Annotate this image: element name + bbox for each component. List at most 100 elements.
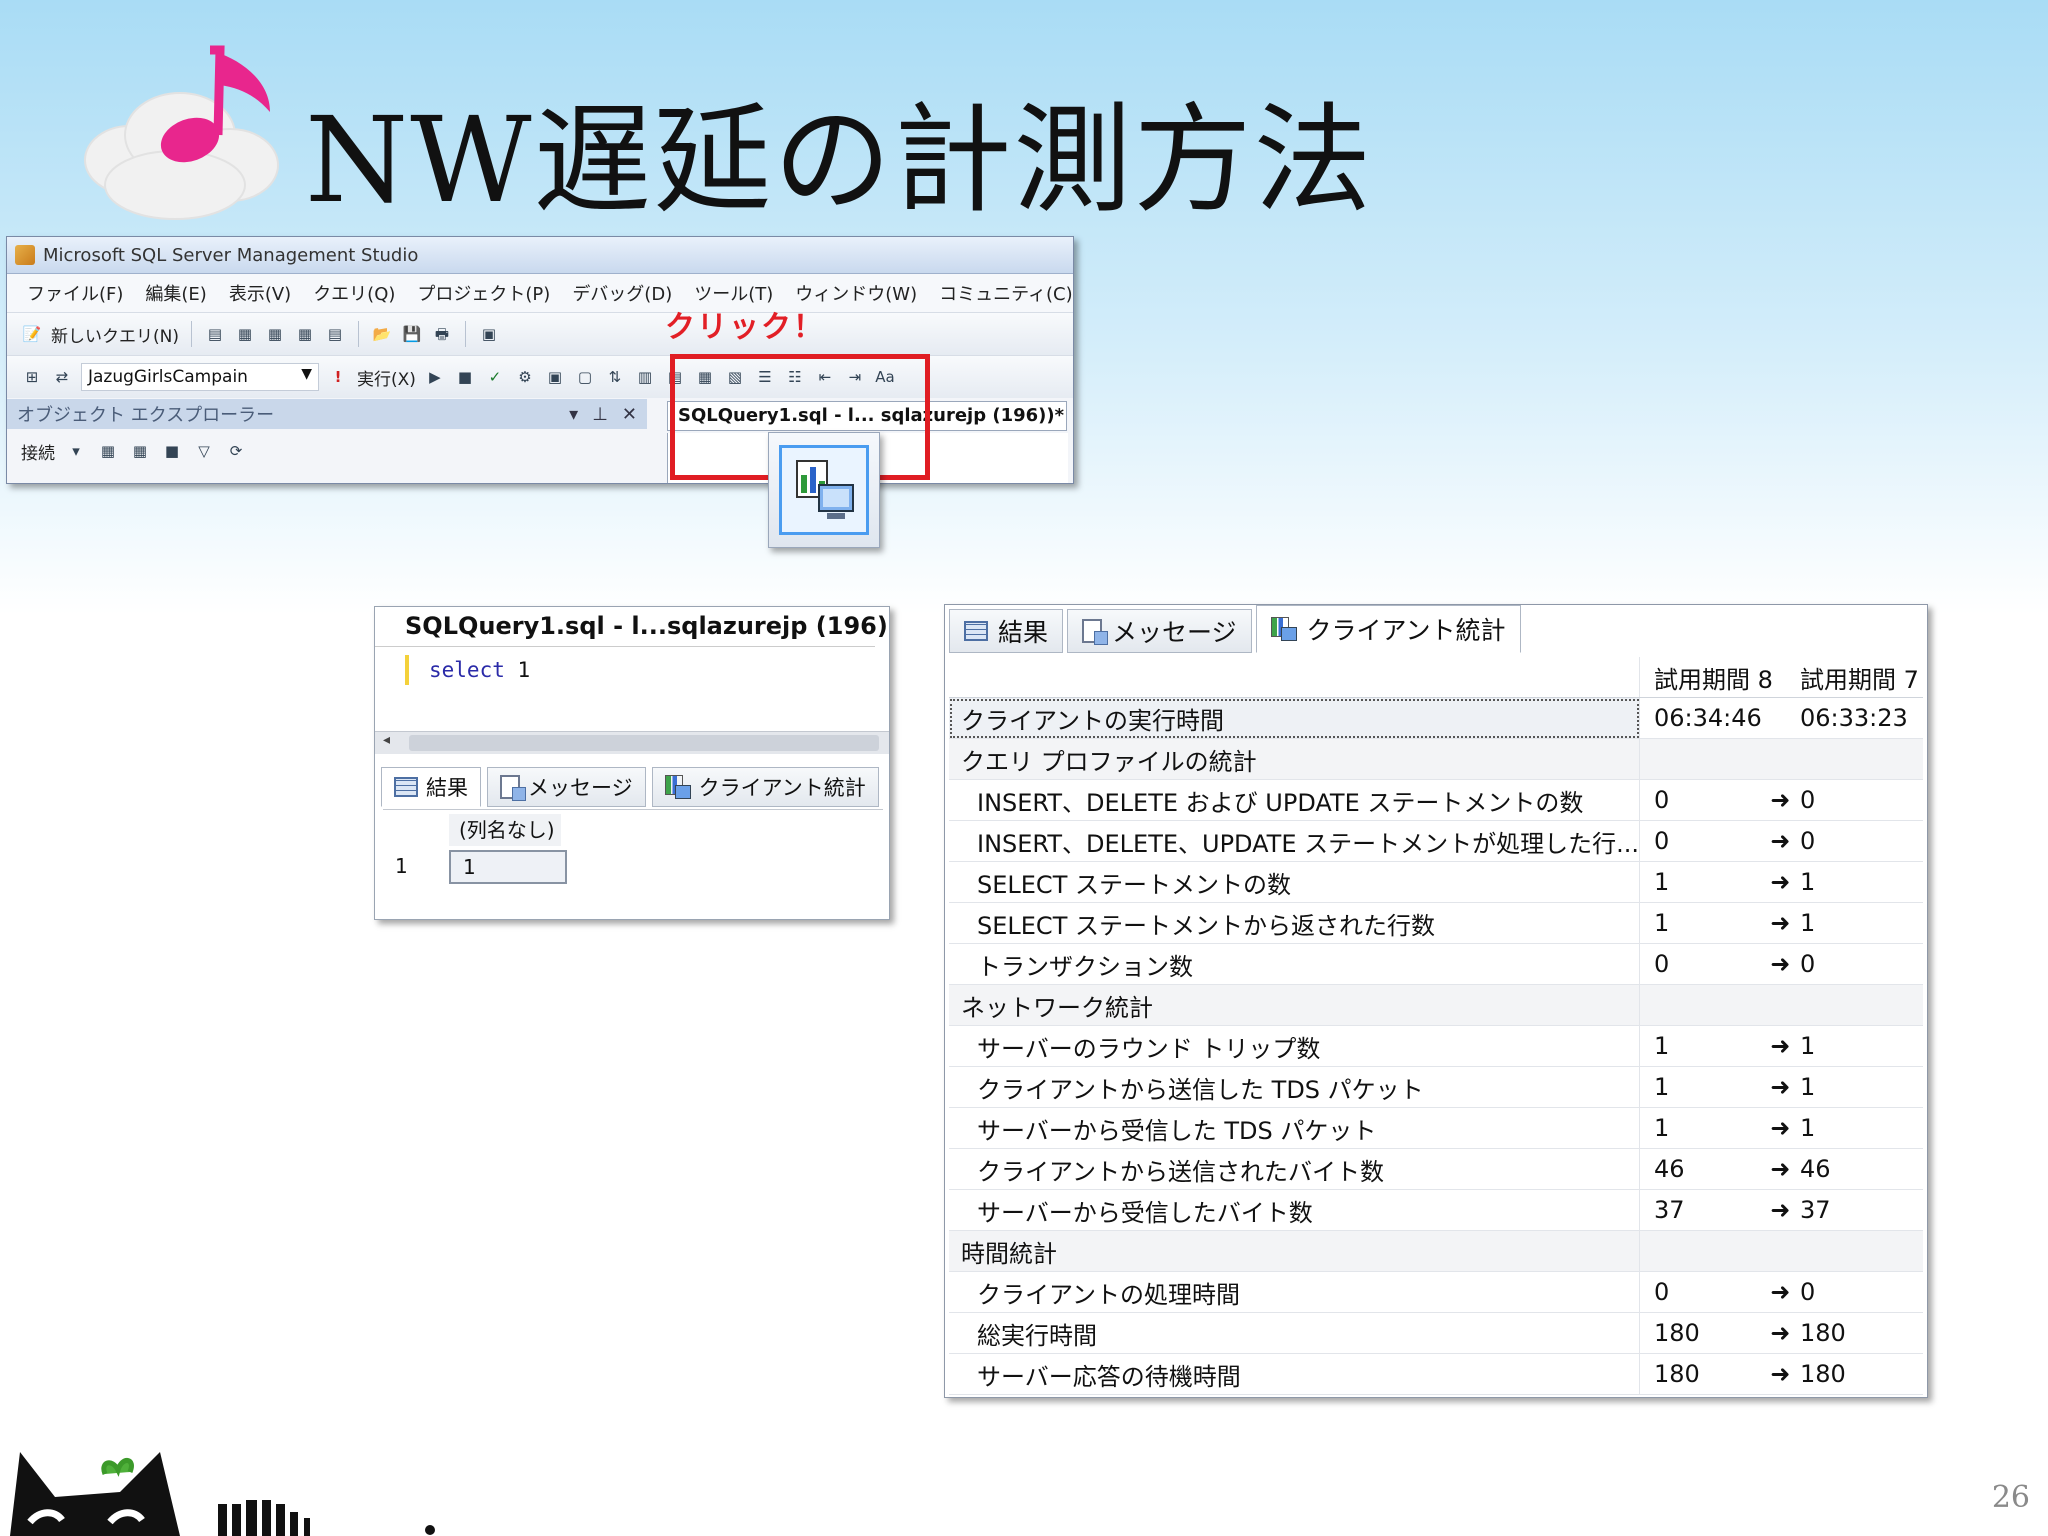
stats-section-label[interactable]: ネットワーク統計 <box>949 984 1641 1026</box>
execute-button[interactable]: 実行(X) <box>357 365 416 390</box>
trial-8-value[interactable]: 1 <box>1639 902 1769 944</box>
parse-icon[interactable]: ✓ <box>484 366 506 388</box>
menu-debug[interactable]: デバッグ(D) <box>572 280 672 306</box>
stats-row-label[interactable]: 総実行時間 <box>949 1312 1641 1354</box>
stats-row[interactable]: INSERT、DELETE および UPDATE ステートメントの数 0 ➜ 0 <box>949 779 1923 821</box>
database-select[interactable]: JazugGirlsCampain ▼ <box>81 363 319 391</box>
stats-row[interactable]: サーバーから受信した TDS パケット 1 ➜ 1 <box>949 1107 1923 1149</box>
trial-8-value[interactable]: 1 <box>1639 1066 1769 1108</box>
trial-8-value[interactable]: 1 <box>1639 1107 1769 1149</box>
stats-row[interactable]: SELECT ステートメントから返された行数 1 ➜ 1 <box>949 902 1923 944</box>
stats-row[interactable]: INSERT、DELETE、UPDATE ステートメントが処理した行... 0 ➜ 0 <box>949 820 1923 862</box>
trial-8-value[interactable]: 1 <box>1639 1025 1769 1067</box>
stats-row-label[interactable]: クライアントから送信した TDS パケット <box>949 1066 1641 1108</box>
menu-query[interactable]: クエリ(Q) <box>313 280 395 306</box>
scrollbar-thumb[interactable] <box>409 735 879 751</box>
trial-8-value[interactable]: 37 <box>1639 1189 1769 1231</box>
new-query-icon[interactable]: 📝 <box>21 323 43 345</box>
xmla-query-icon[interactable]: ▤ <box>324 323 346 345</box>
trial-8-value[interactable]: 180 <box>1639 1312 1769 1354</box>
stats-section-label[interactable]: クエリ プロファイルの統計 <box>949 738 1641 780</box>
stats-row-label[interactable]: サーバーから受信した TDS パケット <box>949 1107 1641 1149</box>
stats-row[interactable]: サーバー応答の待機時間 180 ➜ 180 <box>949 1353 1923 1395</box>
connect-dropdown-icon[interactable]: ▾ <box>65 440 87 462</box>
trial-8-value[interactable]: 46 <box>1639 1148 1769 1190</box>
close-icon[interactable]: ✕ <box>622 404 637 425</box>
stats-row[interactable]: トランザクション数 0 ➜ 0 <box>949 943 1923 985</box>
specify-values-icon[interactable]: ▢ <box>574 366 596 388</box>
display-plan-icon[interactable]: ⚙ <box>514 366 536 388</box>
new-query-button[interactable]: 新しいクエリ(N) <box>51 322 179 347</box>
save-icon[interactable]: 💾 <box>401 323 423 345</box>
stats-row-label[interactable]: INSERT、DELETE および UPDATE ステートメントの数 <box>949 779 1641 821</box>
trial-7-value[interactable]: 06:33:23 <box>1792 697 1923 739</box>
tab-client-statistics[interactable]: クライアント統計 <box>1255 605 1521 653</box>
trial-7-value[interactable]: 1 <box>1792 1066 1923 1108</box>
client-statistics-button[interactable] <box>768 432 880 548</box>
pin-icon[interactable]: ⊥ <box>592 404 608 425</box>
filter-icon[interactable]: ▽ <box>193 440 215 462</box>
stats-row[interactable]: SELECT ステートメントの数 1 ➜ 1 <box>949 861 1923 903</box>
print-icon[interactable]: 🖶 <box>431 323 453 345</box>
cancel-query-icon[interactable]: ■ <box>454 366 476 388</box>
new-file-icon[interactable]: ▤ <box>204 323 226 345</box>
trial-8-value[interactable]: 180 <box>1639 1353 1769 1395</box>
menu-edit[interactable]: 編集(E) <box>145 280 206 306</box>
stats-row-label[interactable]: クライアントの処理時間 <box>949 1271 1641 1313</box>
stats-row[interactable]: クライアントの実行時間 06:34:46 06:33:23 <box>949 697 1923 739</box>
stats-row[interactable]: クライアントから送信した TDS パケット 1 ➜ 1 <box>949 1066 1923 1108</box>
horizontal-scrollbar[interactable]: ◂ <box>375 731 889 754</box>
stats-section-row[interactable]: 時間統計 <box>949 1230 1923 1272</box>
stats-row[interactable]: 総実行時間 180 ➜ 180 <box>949 1312 1923 1354</box>
query-designer-icon[interactable]: ▣ <box>544 366 566 388</box>
dropdown-icon[interactable]: ▾ <box>569 404 578 425</box>
open-folder-icon[interactable]: 📂 <box>371 323 393 345</box>
trial-8-value[interactable]: 0 <box>1639 943 1769 985</box>
client-statistics-toolbar-icon[interactable]: ▥ <box>634 366 656 388</box>
trial-7-value[interactable]: 180 <box>1792 1353 1923 1395</box>
trial-8-value[interactable]: 0 <box>1639 779 1769 821</box>
stats-row-label[interactable]: INSERT、DELETE、UPDATE ステートメントが処理した行... <box>949 820 1641 862</box>
menu-community[interactable]: コミュニティ(C) <box>939 280 1073 306</box>
menu-project[interactable]: プロジェクト(P) <box>417 280 550 306</box>
trial-7-value[interactable]: 0 <box>1792 943 1923 985</box>
tab-messages[interactable]: メッセージ <box>487 767 646 807</box>
stats-row-label[interactable]: サーバー応答の待機時間 <box>949 1353 1641 1395</box>
query-document-tab[interactable]: SQLQuery1.sql - l...sqlazurejp (196))* <box>375 607 889 647</box>
trial-8-value[interactable]: 0 <box>1639 1271 1769 1313</box>
trial-7-value[interactable]: 0 <box>1792 820 1923 862</box>
menu-file[interactable]: ファイル(F) <box>27 280 123 306</box>
stats-row[interactable]: サーバーのラウンド トリップ数 1 ➜ 1 <box>949 1025 1923 1067</box>
tab-results[interactable]: 結果 <box>381 767 481 807</box>
stats-row[interactable]: クライアントから送信されたバイト数 46 ➜ 46 <box>949 1148 1923 1190</box>
stats-row-label[interactable]: SELECT ステートメントの数 <box>949 861 1641 903</box>
trial-8-value[interactable]: 1 <box>1639 861 1769 903</box>
stats-row[interactable]: サーバーから受信したバイト数 37 ➜ 37 <box>949 1189 1923 1231</box>
stats-row-label[interactable]: サーバーのラウンド トリップ数 <box>949 1025 1641 1067</box>
disconnect-icon[interactable]: ▦ <box>129 440 151 462</box>
connect-button[interactable]: 接続 <box>21 439 55 464</box>
stats-row-label[interactable]: SELECT ステートメントから返された行数 <box>949 902 1641 944</box>
trial-7-value[interactable]: 46 <box>1792 1148 1923 1190</box>
connect-server-icon[interactable]: ▦ <box>97 440 119 462</box>
tab-results[interactable]: 結果 <box>949 609 1064 653</box>
mdx-query-icon[interactable]: ▦ <box>294 323 316 345</box>
trial-7-value[interactable]: 180 <box>1792 1312 1923 1354</box>
trial-7-value[interactable]: 0 <box>1792 779 1923 821</box>
tab-messages[interactable]: メッセージ <box>1067 609 1252 653</box>
trial-7-header[interactable]: 試用期間 7 <box>1792 657 1923 698</box>
tab-client-statistics[interactable]: クライアント統計 <box>651 767 879 807</box>
stats-row-label[interactable]: トランザクション数 <box>949 943 1641 985</box>
stats-row-label[interactable]: クライアントの実行時間 <box>949 697 1641 739</box>
grid-cell[interactable]: 1 <box>449 850 567 884</box>
trial-7-value[interactable]: 1 <box>1792 902 1923 944</box>
trial-8-value[interactable]: 06:34:46 <box>1639 697 1769 739</box>
connect-icon[interactable]: ⊞ <box>21 366 43 388</box>
trial-7-value[interactable]: 0 <box>1792 1271 1923 1313</box>
analysis-query-icon[interactable]: ▦ <box>264 323 286 345</box>
debug-icon[interactable]: ▶ <box>424 366 446 388</box>
grid-column-header[interactable]: (列名なし) <box>449 814 561 846</box>
refresh-icon[interactable]: ⟳ <box>225 440 247 462</box>
stop-icon[interactable]: ■ <box>161 440 183 462</box>
stats-section-label[interactable]: 時間統計 <box>949 1230 1641 1272</box>
